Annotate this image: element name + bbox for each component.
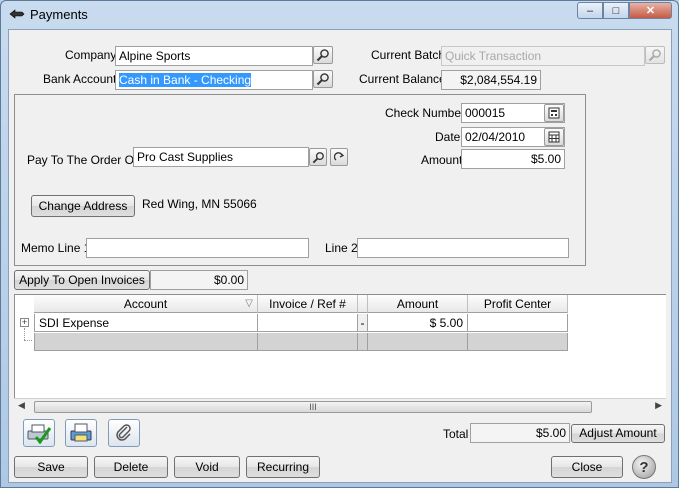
- help-button[interactable]: ?: [632, 455, 656, 479]
- cell-account[interactable]: SDI Expense: [34, 314, 258, 332]
- column-header-invoice[interactable]: Invoice / Ref #: [258, 295, 358, 313]
- scroll-left-icon[interactable]: ◀: [18, 400, 25, 411]
- memo-line-1-field[interactable]: [86, 238, 309, 258]
- calculator-icon: [548, 107, 560, 119]
- check-number-label: Check Number: [385, 106, 466, 120]
- cell-account-new[interactable]: [34, 333, 258, 351]
- column-header-amount[interactable]: Amount: [368, 295, 468, 313]
- company-lookup-button[interactable]: [313, 46, 333, 64]
- expand-row-icon[interactable]: +: [20, 318, 29, 327]
- payments-form: Company Alpine Sports Bank Account Cash …: [8, 29, 672, 483]
- current-batch-lookup-button: [645, 46, 665, 64]
- current-balance-field: $2,084,554.19: [441, 70, 541, 90]
- title-bar[interactable]: Payments – □ ✕: [1, 1, 678, 29]
- company-field[interactable]: Alpine Sports: [115, 46, 313, 66]
- pay-to-field[interactable]: Pro Cast Supplies: [133, 147, 309, 167]
- minimize-icon: –: [586, 4, 594, 17]
- sort-indicator-icon: ▽: [245, 298, 253, 309]
- print-check-button[interactable]: [65, 419, 97, 447]
- address-text: Red Wing, MN 55066: [142, 197, 257, 211]
- cell-amount-new[interactable]: [368, 333, 468, 351]
- void-button[interactable]: Void: [174, 456, 240, 478]
- check-number-button[interactable]: [544, 104, 564, 122]
- search-icon: [312, 151, 324, 163]
- memo-line-1-label: Memo Line 1: [21, 241, 91, 255]
- close-window-button[interactable]: ✕: [629, 2, 672, 19]
- save-button[interactable]: Save: [14, 456, 88, 478]
- adjust-amount-button[interactable]: Adjust Amount: [571, 424, 665, 443]
- tree-line: [24, 328, 25, 340]
- recurring-button[interactable]: Recurring: [246, 456, 320, 478]
- search-icon: [316, 49, 329, 62]
- navigate-arrow-icon: [333, 151, 344, 161]
- amount-field[interactable]: $5.00: [461, 149, 565, 169]
- column-header-spacer: [358, 295, 368, 313]
- column-header-account[interactable]: Account ▽: [34, 295, 258, 313]
- scrollbar-grip-icon: III: [309, 402, 317, 412]
- pay-to-lookup-button[interactable]: [309, 148, 327, 166]
- bank-account-label: Bank Account: [43, 72, 117, 86]
- maximize-button[interactable]: □: [603, 2, 629, 19]
- delete-button[interactable]: Delete: [94, 456, 168, 478]
- approve-print-icon: [27, 424, 52, 444]
- cell-profit-center-new[interactable]: [468, 333, 568, 351]
- cell-profit-center[interactable]: [468, 314, 568, 332]
- company-label: Company: [65, 48, 117, 62]
- calendar-icon: [548, 131, 560, 143]
- apply-to-open-invoices-button[interactable]: Apply To Open Invoices: [14, 270, 150, 290]
- scrollbar-thumb[interactable]: III: [34, 401, 592, 413]
- cell-flag-new: [358, 333, 368, 351]
- bank-account-lookup-button[interactable]: [313, 70, 333, 88]
- current-batch-field: Quick Transaction: [441, 46, 645, 66]
- pay-to-label: Pay To The Order Of: [27, 153, 138, 167]
- cell-flag: -: [358, 314, 368, 332]
- close-button[interactable]: Close: [551, 456, 623, 478]
- maximize-icon: □: [612, 4, 620, 17]
- date-picker-button[interactable]: [544, 128, 564, 146]
- cell-invoice[interactable]: [258, 314, 358, 332]
- window-title: Payments: [30, 7, 88, 22]
- amount-label: Amount: [421, 153, 463, 167]
- line-2-field[interactable]: [357, 238, 569, 258]
- cell-invoice-new[interactable]: [258, 333, 358, 351]
- applied-amount-field: $0.00: [150, 270, 248, 290]
- attachment-icon: [116, 424, 131, 441]
- column-header-account-label: Account: [123, 297, 168, 311]
- search-icon: [648, 49, 661, 62]
- total-label: Total: [443, 427, 469, 441]
- change-address-button[interactable]: Change Address: [31, 195, 135, 217]
- close-icon: ✕: [645, 5, 656, 17]
- horizontal-scrollbar[interactable]: ◀ III ▶: [14, 398, 666, 414]
- bank-account-value: Cash in Bank - Checking: [119, 73, 252, 87]
- help-icon: ?: [639, 458, 649, 476]
- payments-app-icon: [9, 9, 25, 19]
- tree-line: [24, 340, 32, 341]
- attachment-button[interactable]: [108, 419, 140, 447]
- column-header-profit-center[interactable]: Profit Center: [468, 295, 568, 313]
- search-icon: [316, 73, 329, 86]
- minimize-button[interactable]: –: [577, 2, 603, 19]
- bank-account-field[interactable]: Cash in Bank - Checking: [115, 70, 313, 90]
- print-check-icon: [70, 423, 92, 442]
- current-balance-label: Current Balance: [359, 72, 446, 86]
- line-2-label: Line 2: [325, 241, 358, 255]
- date-label: Date: [435, 130, 461, 144]
- approve-print-button[interactable]: [23, 419, 55, 447]
- total-field: $5.00: [470, 423, 570, 443]
- pay-to-go-button[interactable]: [330, 148, 348, 166]
- current-batch-label: Current Batch: [371, 48, 446, 62]
- cell-amount[interactable]: $ 5.00: [368, 314, 468, 332]
- payments-window: Payments – □ ✕ Company Alpine Sports Ban…: [0, 0, 679, 488]
- scroll-right-icon[interactable]: ▶: [655, 400, 662, 411]
